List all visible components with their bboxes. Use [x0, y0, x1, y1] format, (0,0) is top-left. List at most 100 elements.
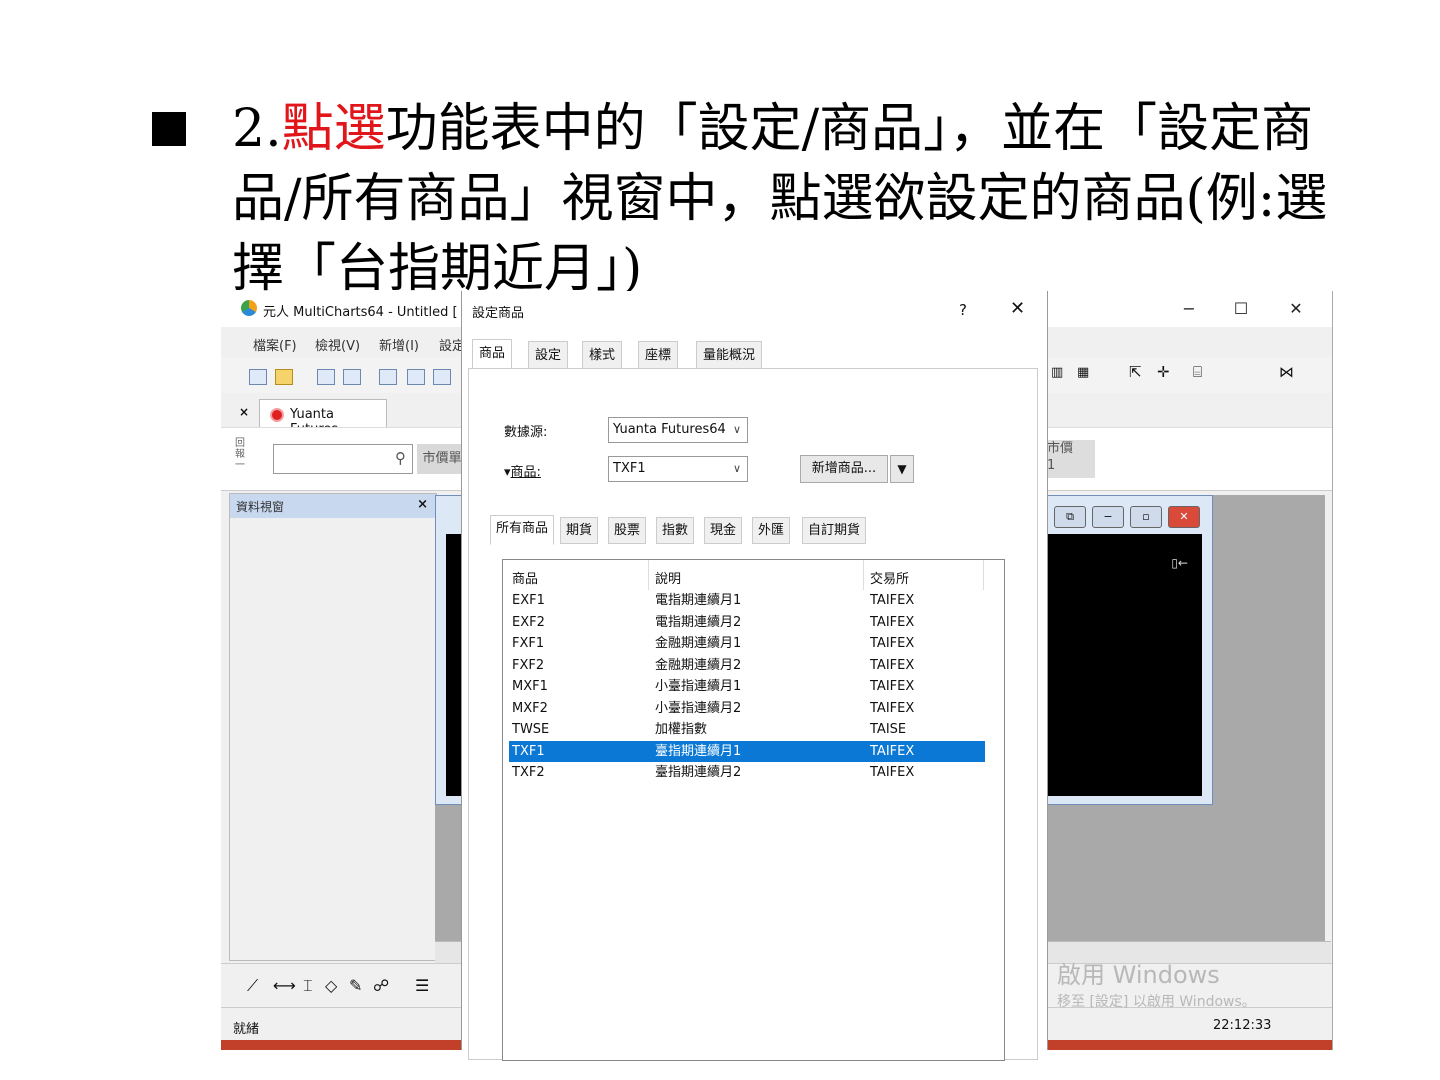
- tab-stocks[interactable]: 股票: [608, 517, 647, 544]
- tab-style[interactable]: 樣式: [582, 341, 623, 370]
- exchange-cell: TAIFEX: [870, 614, 915, 630]
- close-icon[interactable]: ×: [417, 497, 428, 512]
- slide-instruction: 功能表中的「設定/商品」，並在「設定商品/所有商品」視窗中，點選欲設定的商品(例…: [232, 99, 1328, 299]
- clock: 22:12:33: [1213, 1018, 1272, 1033]
- chevron-down-icon: ∨: [732, 423, 741, 436]
- dialog-title: 設定商品: [472, 306, 525, 321]
- symbol-search-input[interactable]: ⚲: [273, 444, 413, 474]
- column-divider: [863, 560, 864, 590]
- column-header-description[interactable]: 說明: [655, 568, 681, 587]
- dom-icon[interactable]: [433, 369, 451, 385]
- tab-cash[interactable]: 現金: [704, 517, 743, 544]
- fib-tool-icon[interactable]: ☍: [373, 976, 389, 995]
- comment-icon[interactable]: ⌸: [1193, 363, 1209, 381]
- tab-symbol[interactable]: 商品: [472, 339, 513, 371]
- table-row[interactable]: MXF2 小臺指連續月2 TAIFEX: [509, 698, 985, 719]
- symbol-label-text: 商品:: [510, 465, 541, 480]
- column-divider: [983, 560, 984, 590]
- add-symbol-button[interactable]: 新增商品...: [800, 455, 888, 483]
- table-row[interactable]: TXF2 臺指期連續月2 TAIFEX: [509, 762, 985, 783]
- horizontal-line-icon[interactable]: ⟷: [273, 976, 296, 995]
- symbol-cell: TWSE: [512, 722, 550, 737]
- slide-step-number: 2.: [232, 99, 282, 159]
- description-cell: 小臺指連續月1: [655, 679, 742, 694]
- close-button[interactable]: ✕: [1276, 297, 1316, 321]
- menu-view[interactable]: 檢視(V): [315, 335, 360, 354]
- channel-tool-icon[interactable]: ◇: [325, 976, 337, 995]
- datasource-value: Yuanta Futures64: [613, 422, 726, 437]
- export-icon[interactable]: [343, 369, 361, 385]
- table-row[interactable]: MXF1 小臺指連續月1 TAIFEX: [509, 676, 985, 697]
- open-folder-icon[interactable]: [275, 369, 293, 385]
- dom-toolbar-icon[interactable]: ⋈: [1279, 363, 1295, 381]
- symbol-list[interactable]: 商品 說明 交易所 EXF1 電指期連續月1 TAIFEX EXF2 電指期連續月2 TA…: [502, 559, 1005, 1061]
- status-dot-icon: [270, 408, 284, 422]
- exchange-cell: TAIFEX: [870, 593, 915, 608]
- symbol-select[interactable]: TXF1 ∨: [608, 456, 748, 482]
- maximize-icon[interactable]: ▫: [1130, 506, 1162, 528]
- table-row[interactable]: FXF1 金融期連續月1 TAIFEX: [509, 633, 985, 654]
- chart-icon[interactable]: [379, 369, 397, 385]
- pen-tool-icon[interactable]: ✎: [349, 976, 362, 995]
- data-window-title: 資料視窗: [236, 500, 285, 514]
- chevron-down-icon: ∨: [732, 462, 741, 475]
- dialog-close-button[interactable]: ✕: [1010, 298, 1025, 319]
- tab-settings[interactable]: 設定: [528, 341, 569, 370]
- pointer-icon[interactable]: ⇱: [1129, 363, 1145, 381]
- description-cell: 電指期連續月2: [655, 614, 742, 630]
- save-icon[interactable]: [317, 369, 335, 385]
- datasource-select[interactable]: Yuanta Futures64 ∨: [608, 417, 748, 443]
- description-cell: 加權指數: [655, 722, 708, 737]
- new-workspace-icon[interactable]: [249, 369, 267, 385]
- symbol-cell: MXF2: [512, 700, 548, 716]
- description-cell: 電指期連續月1: [655, 593, 742, 608]
- market-order-button[interactable]: 市價單: [417, 444, 467, 474]
- menu-file[interactable]: 檔案(F): [253, 335, 297, 354]
- tab-futures[interactable]: 期貨: [560, 517, 599, 544]
- data-window-panel: 資料視窗 ×: [229, 493, 437, 961]
- table-row[interactable]: EXF1 電指期連續月1 TAIFEX: [509, 590, 985, 611]
- symbol-cell: TXF1: [512, 743, 545, 759]
- slide-highlight: 點選: [281, 99, 386, 159]
- vertical-line-icon[interactable]: ⌶: [303, 976, 313, 996]
- column-header-exchange[interactable]: 交易所: [870, 568, 909, 587]
- tab-yuanta-futures[interactable]: Yuanta Futures: [259, 399, 387, 437]
- symbol-cell: FXF1: [512, 636, 545, 651]
- scanner-icon[interactable]: [407, 369, 425, 385]
- add-symbol-dropdown[interactable]: ▼: [890, 455, 914, 483]
- exchange-cell: TAIFEX: [870, 743, 915, 759]
- tab-custom-futures[interactable]: 自訂期貨: [802, 517, 867, 544]
- line-tool-icon[interactable]: ⟋: [247, 976, 258, 996]
- close-tab-icon[interactable]: ×: [239, 405, 249, 419]
- table-row-selected[interactable]: TXF1 臺指期連續月1 TAIFEX: [509, 740, 985, 762]
- tab-indices[interactable]: 指數: [656, 517, 695, 544]
- symbol-cell: EXF1: [512, 593, 545, 608]
- slide-heading: 2.點選功能表中的「設定/商品」，並在「設定商品/所有商品」視窗中，點選欲設定的…: [232, 94, 1352, 304]
- column-header-symbol[interactable]: 商品: [512, 568, 538, 587]
- symbol-cell: FXF2: [512, 657, 545, 673]
- activate-windows-title: 啟用 Windows: [1057, 961, 1220, 989]
- minimize-button[interactable]: −: [1169, 297, 1209, 321]
- tab-volume-profile[interactable]: 量能概況: [696, 341, 763, 370]
- crosshair-icon[interactable]: ✛: [1157, 363, 1173, 381]
- fib-levels-icon[interactable]: ☰: [415, 976, 429, 995]
- tab-forex[interactable]: 外匯: [752, 517, 791, 544]
- exchange-cell: TAIFEX: [870, 679, 915, 694]
- help-button[interactable]: ?: [959, 301, 967, 319]
- menu-insert[interactable]: 新增(I): [379, 335, 419, 354]
- minimize-icon[interactable]: −: [1092, 506, 1124, 528]
- description-cell: 金融期連續月2: [655, 657, 742, 673]
- close-icon[interactable]: ✕: [1168, 506, 1200, 528]
- table-row[interactable]: EXF2 電指期連續月2 TAIFEX: [509, 612, 985, 633]
- activate-windows-subtitle: 移至 [設定] 以啟用 Windows。: [1057, 994, 1256, 1010]
- table-row[interactable]: TWSE 加權指數 TAISE: [509, 719, 985, 740]
- maximize-button[interactable]: ☐: [1221, 297, 1261, 321]
- tab-scale[interactable]: 座標: [638, 341, 679, 370]
- market-price-cell: 市價 1: [1043, 440, 1095, 478]
- table-row[interactable]: FXF2 金融期連續月2 TAIFEX: [509, 655, 985, 676]
- restore-icon[interactable]: ⧉: [1054, 506, 1086, 528]
- tab-all-symbols[interactable]: 所有商品: [490, 515, 555, 545]
- symbol-label: ▾商品:: [504, 465, 541, 480]
- grid-icon[interactable]: ▦: [1077, 365, 1093, 380]
- bar-type-icon[interactable]: ▥: [1051, 365, 1067, 380]
